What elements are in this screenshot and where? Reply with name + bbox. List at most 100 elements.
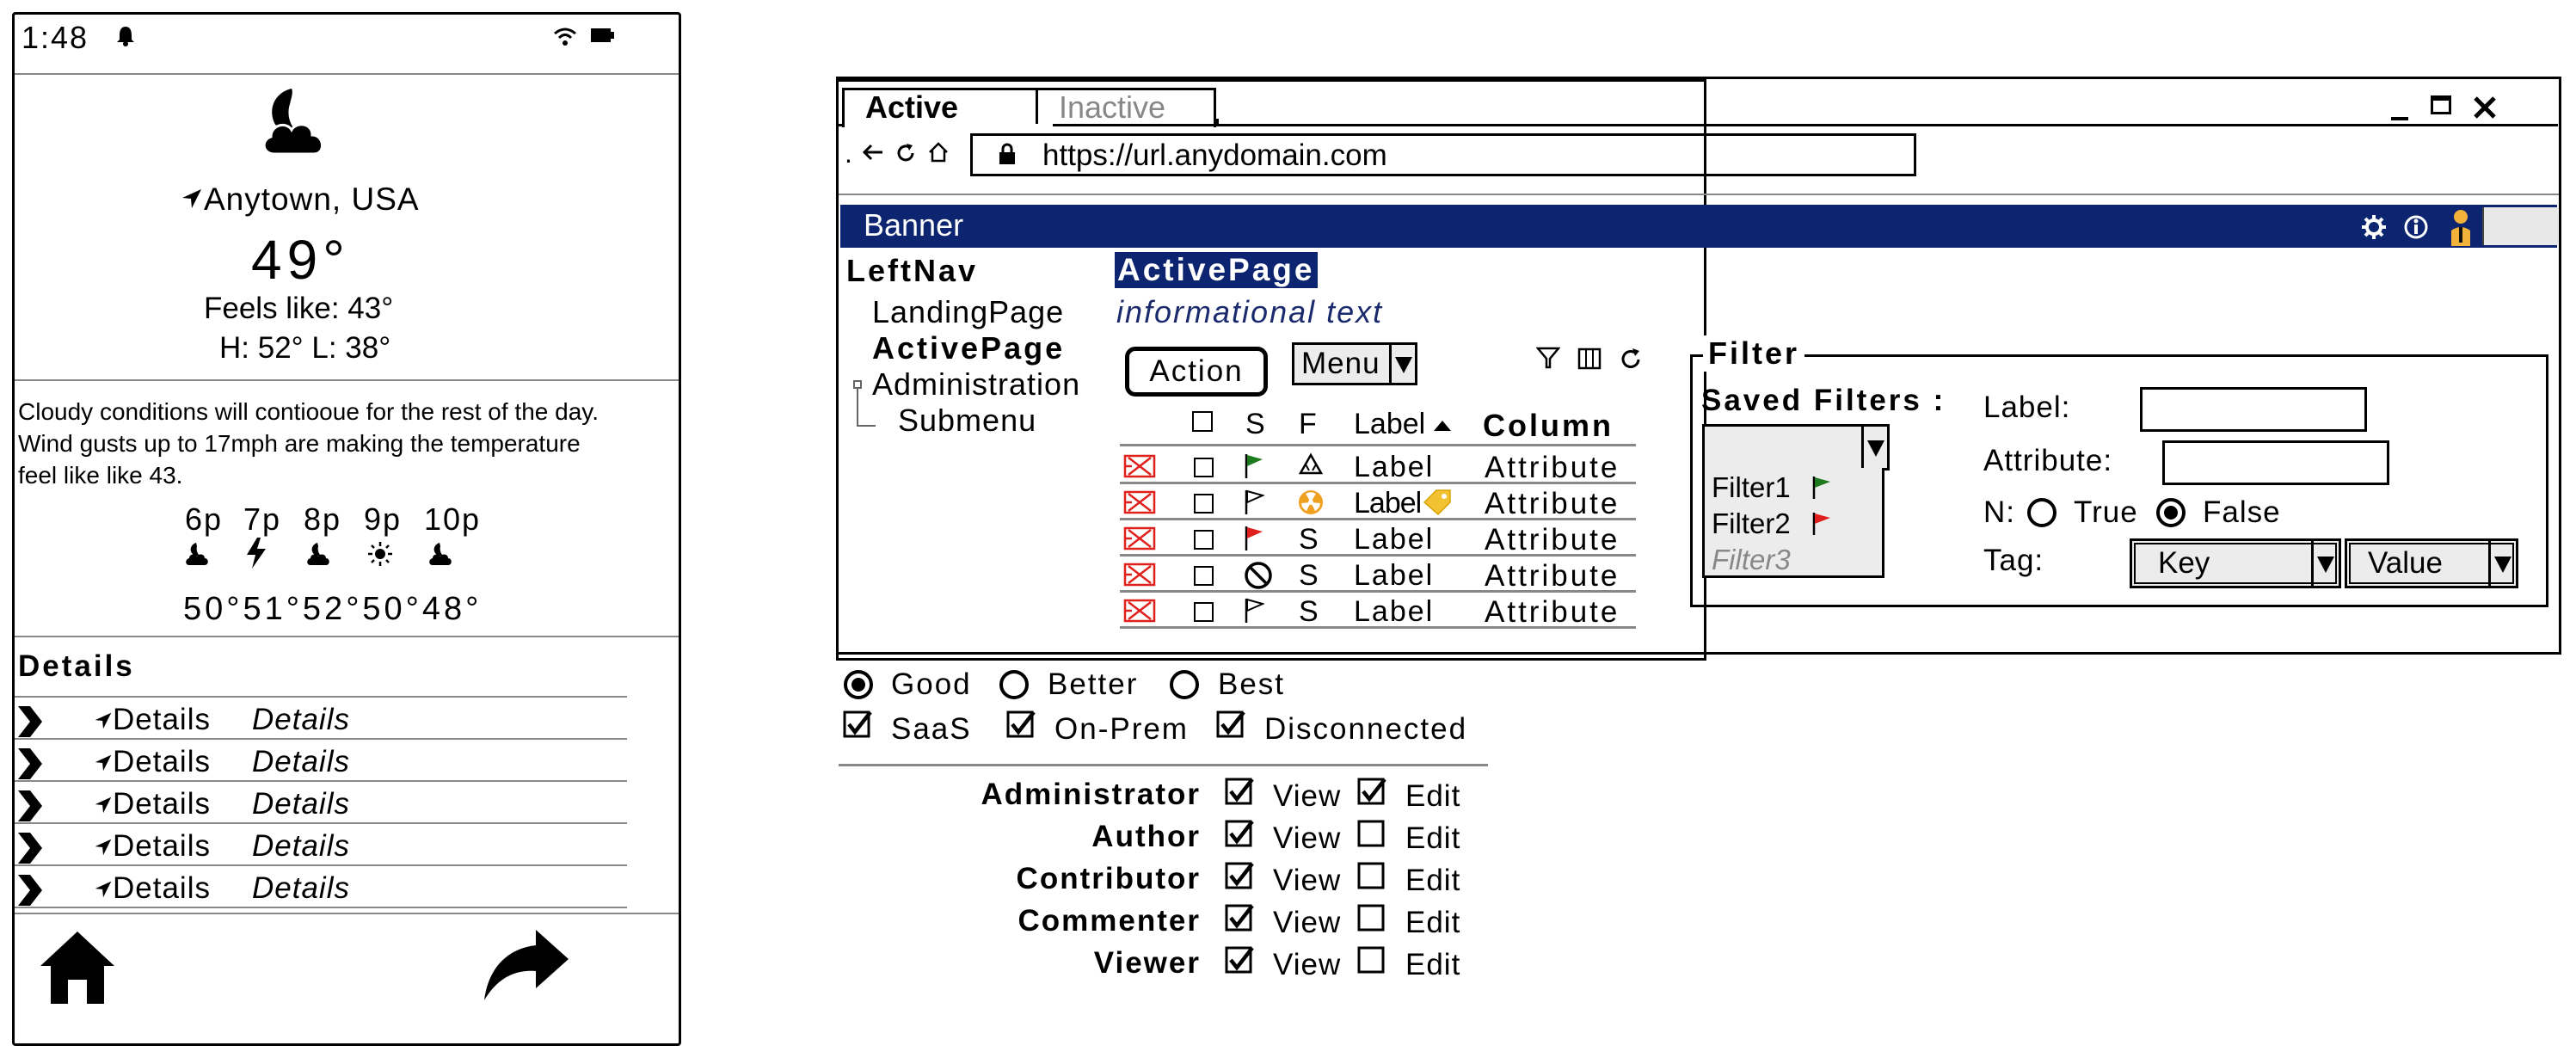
tag-value-select[interactable]: Value: [2345, 538, 2518, 588]
header-select-all[interactable]: [1192, 406, 1213, 440]
user-avatar-icon[interactable]: [2450, 208, 2472, 246]
checkbox[interactable]: [1192, 411, 1213, 432]
edit-checkbox[interactable]: [1357, 778, 1386, 807]
delete-icon[interactable]: [1123, 490, 1156, 514]
refresh-icon[interactable]: [1619, 347, 1643, 372]
leftnav-title: LeftNav: [846, 253, 979, 288]
details-row[interactable]: Details Details: [15, 822, 630, 865]
row-checkbox[interactable]: [1194, 494, 1214, 514]
saved-filters-select[interactable]: [1702, 424, 1890, 470]
divider: [15, 73, 679, 75]
nav-item-submenu[interactable]: Submenu: [898, 403, 1036, 439]
details-label: Details: [113, 745, 211, 778]
tab-active-gap: [845, 124, 1053, 127]
tab-strip-border: [839, 124, 2558, 126]
false-radio[interactable]: [2156, 498, 2186, 527]
details-row[interactable]: Details Details: [15, 780, 630, 823]
row-attribute: Attribute: [1485, 559, 1620, 593]
maximize-icon[interactable]: [2431, 95, 2451, 114]
edit-checkbox[interactable]: [1357, 820, 1386, 849]
saved-filter-item[interactable]: Filter2: [1712, 507, 1791, 540]
delete-icon[interactable]: [1123, 526, 1156, 550]
row-checkbox[interactable]: [1194, 530, 1214, 550]
tier-radio-better[interactable]: [999, 670, 1029, 699]
view-checkbox[interactable]: [1225, 946, 1254, 975]
table-row[interactable]: Label Attribute: [1120, 447, 1636, 484]
phone-frame: 1:48 Anytown, USA 49° Feels like: 43° H:…: [12, 12, 681, 1046]
share-icon[interactable]: [481, 926, 570, 1004]
deploy-checkbox[interactable]: [1216, 710, 1245, 740]
delete-icon[interactable]: [1123, 599, 1156, 623]
details-row[interactable]: Details Details: [15, 738, 630, 781]
minimize-icon[interactable]: [2391, 117, 2408, 120]
table-row[interactable]: S Label Attribute: [1120, 520, 1636, 557]
row-divider: [15, 738, 627, 740]
action-button[interactable]: Action: [1125, 347, 1268, 397]
saved-filter-item-disabled: Filter3: [1712, 544, 1791, 575]
home-icon[interactable]: [37, 928, 118, 1006]
banner: [840, 205, 2557, 248]
row-checkbox[interactable]: [1194, 602, 1214, 622]
nav-item-administration[interactable]: Administration: [872, 366, 1080, 403]
nav-item-activepage[interactable]: ActivePage: [872, 330, 1065, 366]
view-checkbox[interactable]: [1225, 778, 1254, 807]
flag-red-icon: [1244, 525, 1264, 550]
columns-icon[interactable]: [1577, 347, 1602, 370]
delete-icon[interactable]: [1123, 563, 1156, 587]
tier-label: Best: [1218, 667, 1286, 701]
filter-icon[interactable]: [1536, 346, 1560, 370]
details-row[interactable]: Details Details: [15, 864, 630, 907]
row-checkbox[interactable]: [1194, 458, 1214, 477]
column-header-s[interactable]: S: [1245, 408, 1265, 441]
battery-icon: [591, 28, 614, 42]
row-divider: [15, 864, 627, 866]
deploy-checkbox[interactable]: [1006, 710, 1036, 740]
row-label: Label: [1354, 487, 1422, 520]
edit-checkbox[interactable]: [1357, 946, 1386, 975]
reload-icon[interactable]: [895, 142, 917, 164]
delete-icon[interactable]: [1123, 454, 1156, 478]
attribute-input[interactable]: [2162, 440, 2389, 485]
view-checkbox[interactable]: [1225, 862, 1254, 891]
back-icon[interactable]: [862, 143, 884, 162]
close-icon[interactable]: [2472, 95, 2498, 120]
hour-label: 9p: [364, 501, 403, 537]
row-checkbox[interactable]: [1194, 566, 1214, 586]
tag-key-select[interactable]: Key: [2130, 538, 2341, 588]
saved-filters-label: Saved Filters :: [1701, 384, 1946, 417]
flag-green-icon: [1244, 452, 1264, 478]
tag-label: Tag:: [1983, 544, 2044, 577]
table-row[interactable]: S Label Attribute: [1120, 592, 1636, 629]
menu-button[interactable]: Menu: [1292, 342, 1417, 385]
tab-active[interactable]: Active: [842, 88, 1055, 127]
table-row[interactable]: S Label Attribute: [1120, 556, 1636, 593]
details-row[interactable]: Details Details: [15, 696, 630, 739]
row-attribute: Attribute: [1485, 523, 1620, 557]
tier-radio-best[interactable]: [1170, 670, 1199, 699]
saved-filter-item[interactable]: Filter1: [1712, 471, 1791, 504]
edit-checkbox[interactable]: [1357, 904, 1386, 933]
gear-icon[interactable]: [2361, 214, 2387, 240]
tier-radio-good[interactable]: [844, 670, 873, 699]
view-checkbox[interactable]: [1225, 904, 1254, 933]
view-checkbox[interactable]: [1225, 820, 1254, 849]
banner-user-box[interactable]: [2482, 207, 2558, 245]
true-radio[interactable]: [2027, 498, 2056, 527]
edit-checkbox[interactable]: [1357, 862, 1386, 891]
sort-ascending-icon[interactable]: [1433, 420, 1452, 432]
status-time: 1:48: [22, 20, 89, 55]
table-row[interactable]: Label Attribute: [1120, 483, 1636, 520]
divider: [839, 194, 2559, 195]
tab-label: Active: [865, 89, 959, 125]
column-header-column[interactable]: Column: [1483, 408, 1614, 444]
label-input[interactable]: [2140, 387, 2367, 432]
cloud-icon: [186, 543, 208, 565]
info-icon[interactable]: [2403, 214, 2429, 240]
nav-item-landingpage[interactable]: LandingPage: [872, 294, 1064, 330]
deploy-checkbox[interactable]: [843, 710, 872, 740]
chevron-down-icon: [2494, 557, 2511, 573]
home-icon[interactable]: [927, 141, 950, 163]
tab-inactive[interactable]: Inactive: [1036, 88, 1216, 127]
column-header-label[interactable]: Label: [1354, 408, 1425, 441]
column-header-f[interactable]: F: [1299, 408, 1317, 441]
